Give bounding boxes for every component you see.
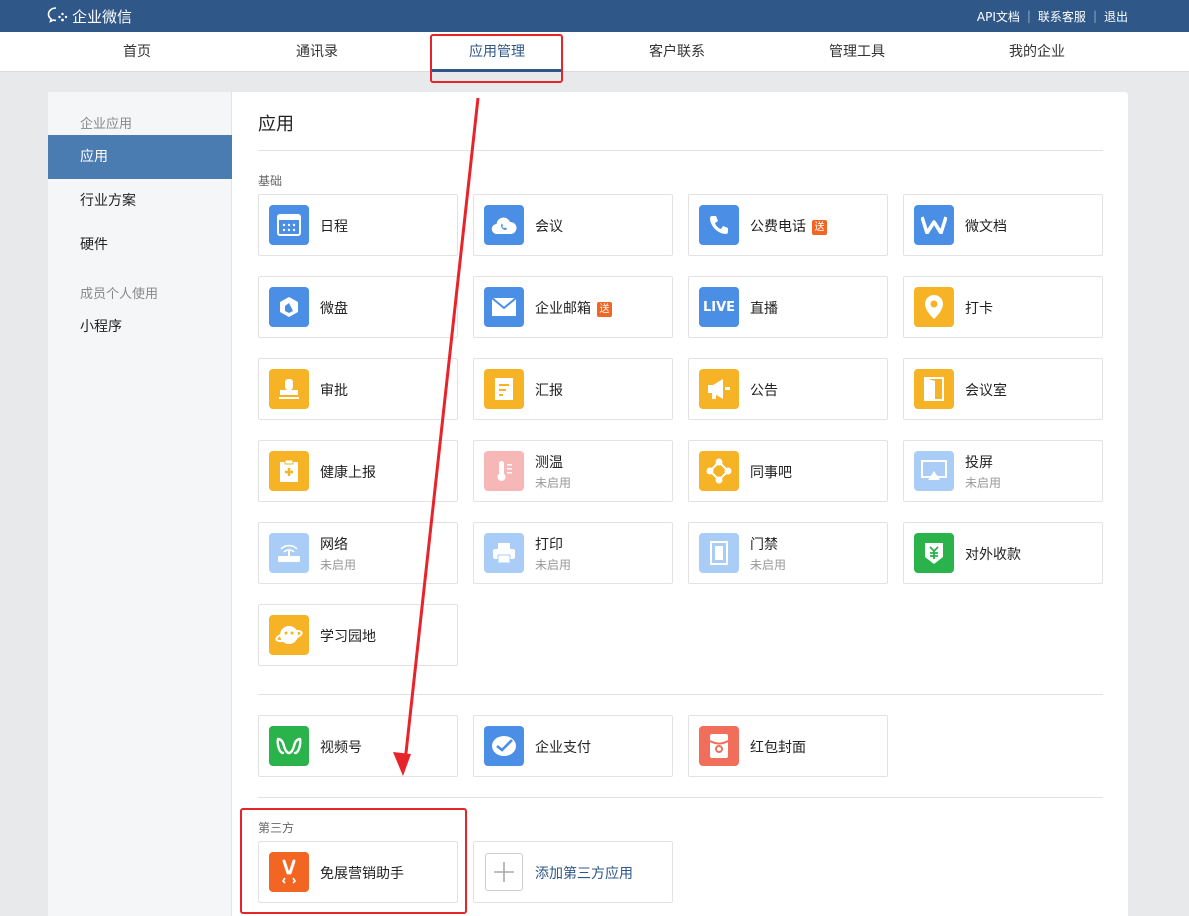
- annotation-arrow: [393, 97, 480, 776]
